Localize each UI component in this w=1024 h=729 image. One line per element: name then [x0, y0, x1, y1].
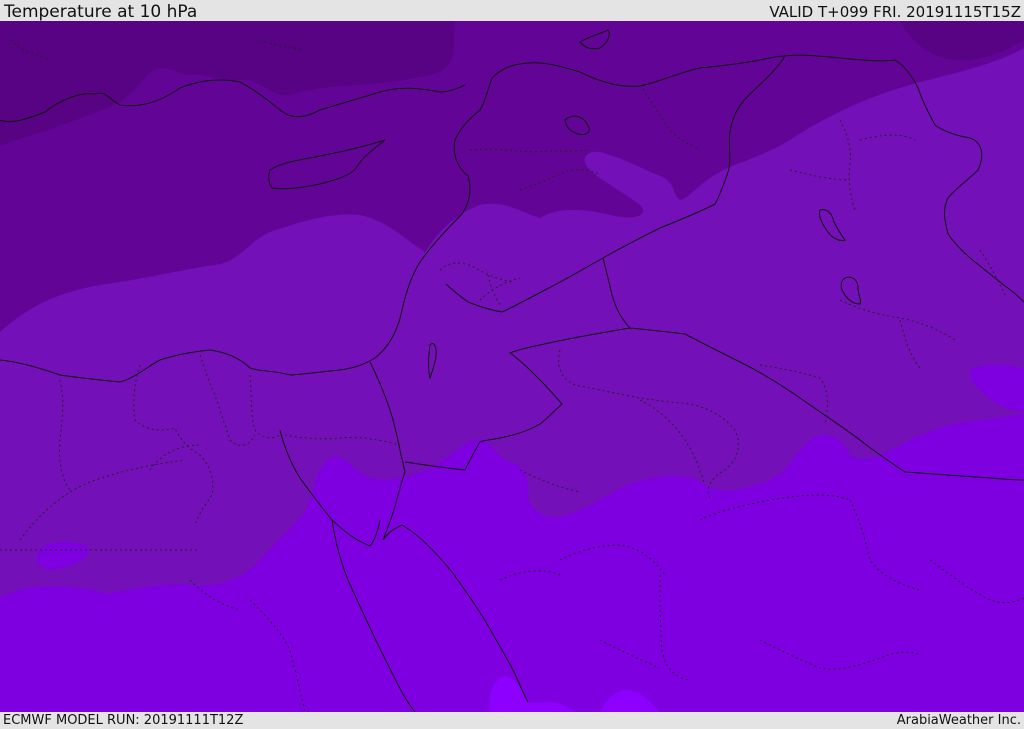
temperature-map [0, 21, 1024, 712]
model-run-label: ECMWF MODEL RUN: 20191111T12Z [3, 713, 244, 728]
valid-time: VALID T+099 FRI. 20191115T15Z [769, 3, 1021, 21]
credit-label: ArabiaWeather Inc. [896, 713, 1021, 728]
bottom-bar: ECMWF MODEL RUN: 20191111T12Z ArabiaWeat… [0, 712, 1024, 729]
top-bar: Temperature at 10 hPa VALID T+099 FRI. 2… [0, 0, 1024, 22]
map-title: Temperature at 10 hPa [4, 2, 198, 22]
map-panel [0, 21, 1024, 712]
